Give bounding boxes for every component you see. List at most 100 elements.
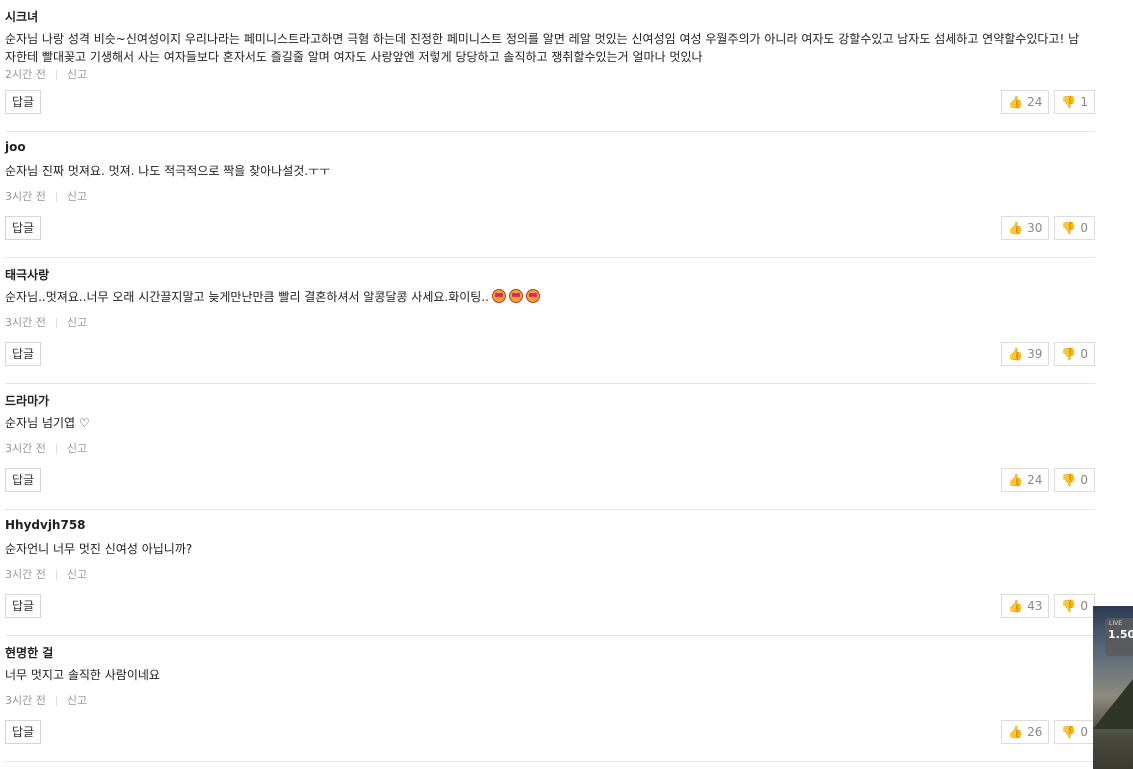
comment-author[interactable]: 시크녀: [5, 8, 38, 25]
video-badge-small-label: LIVE: [1109, 620, 1123, 627]
comment-time: 2시간 전: [5, 68, 46, 81]
comment-time: 3시간 전: [5, 694, 46, 707]
comment-item: 드라마가 순자님 넘기엽 ♡ 3시간 전 신고 답글 👍 24 👍 0: [5, 384, 1095, 510]
thumbs-down-icon: 👍: [1061, 725, 1077, 739]
comment-time: 3시간 전: [5, 442, 46, 455]
meta-divider: [55, 570, 57, 580]
heart-eyes-emoji-icon: [525, 289, 540, 303]
comment-text: 순자님 넘기엽 ♡: [5, 416, 90, 430]
vote-group: 👍 24 👍 0: [1001, 468, 1095, 492]
meta-divider: [55, 696, 57, 706]
like-count: 39: [1027, 347, 1043, 361]
thumbs-up-icon: 👍: [1008, 347, 1024, 361]
report-link[interactable]: 신고: [67, 568, 87, 581]
comment-list: 시크녀 순자님 나랑 성격 비슷~신여성이지 우리나라는 페미니스트라고하면 극…: [5, 0, 1095, 762]
like-count: 26: [1027, 725, 1043, 739]
like-count: 43: [1027, 599, 1043, 613]
comment-author[interactable]: 태극사랑: [5, 266, 49, 283]
comment-time: 3시간 전: [5, 316, 46, 329]
dislike-count: 0: [1080, 599, 1088, 613]
reply-button[interactable]: 답글: [5, 594, 42, 618]
vote-group: 👍 26 👍 0: [1001, 720, 1095, 744]
meta-divider: [55, 444, 57, 454]
report-link[interactable]: 신고: [67, 442, 87, 455]
comment-author[interactable]: joo: [5, 140, 26, 154]
meta-divider: [55, 70, 57, 80]
heart-eyes-emoji-icon: [508, 289, 523, 303]
video-badge-label: 1.50: [1108, 628, 1133, 641]
heart-eyes-emoji-icon: [491, 289, 506, 303]
comment-text: 순자님 진짜 멋져요. 멋져. 나도 적극적으로 짝을 찾아나설것.ㅜㅜ: [5, 164, 331, 178]
reply-button[interactable]: 답글: [5, 720, 42, 744]
reply-button[interactable]: 답글: [5, 342, 42, 366]
vote-group: 👍 39 👍 0: [1001, 342, 1095, 366]
dislike-button[interactable]: 👍 0: [1054, 720, 1095, 744]
vote-group: 👍 24 👍 1: [1001, 90, 1095, 114]
meta-divider: [55, 192, 57, 202]
reply-button[interactable]: 답글: [5, 90, 42, 114]
dislike-count: 0: [1080, 221, 1088, 235]
like-button[interactable]: 👍 26: [1001, 720, 1050, 744]
report-link[interactable]: 신고: [67, 694, 87, 707]
comment-text-body: 순자님..멋져요..너무 오래 시간끌지말고 늦게만난만큼 빨리 결혼하셔서 알…: [5, 290, 489, 304]
thumbs-up-icon: 👍: [1008, 725, 1024, 739]
dislike-button[interactable]: 👍 0: [1054, 342, 1095, 366]
like-button[interactable]: 👍 24: [1001, 468, 1050, 492]
dislike-count: 1: [1080, 95, 1088, 109]
floating-video-thumbnail[interactable]: LIVE 1.50: [1093, 606, 1133, 769]
report-link[interactable]: 신고: [67, 68, 87, 81]
dislike-button[interactable]: 👍 1: [1054, 90, 1095, 114]
comment-meta: 2시간 전 신고: [5, 66, 87, 82]
comment-author[interactable]: Hhydvjh758: [5, 518, 86, 532]
dislike-count: 0: [1080, 473, 1088, 487]
thumbs-up-icon: 👍: [1008, 473, 1024, 487]
comment-text: 순자님 나랑 성격 비슷~신여성이지 우리나라는 페미니스트라고하면 극혐 하는…: [5, 32, 1080, 64]
comment-text: 너무 멋지고 솔직한 사람이네요: [5, 668, 160, 682]
thumbs-up-icon: 👍: [1008, 221, 1024, 235]
vote-group: 👍 43 👍 0: [1001, 594, 1095, 618]
comment-item: joo 순자님 진짜 멋져요. 멋져. 나도 적극적으로 짝을 찾아나설것.ㅜㅜ…: [5, 132, 1095, 258]
vote-group: 👍 30 👍 0: [1001, 216, 1095, 240]
like-button[interactable]: 👍 39: [1001, 342, 1050, 366]
comment-author[interactable]: 드라마가: [5, 392, 49, 409]
like-button[interactable]: 👍 24: [1001, 90, 1050, 114]
report-link[interactable]: 신고: [67, 316, 87, 329]
like-count: 30: [1027, 221, 1043, 235]
dislike-button[interactable]: 👍 0: [1054, 216, 1095, 240]
reply-button[interactable]: 답글: [5, 216, 42, 240]
like-count: 24: [1027, 473, 1043, 487]
like-count: 24: [1027, 95, 1043, 109]
thumbs-down-icon: 👍: [1061, 95, 1077, 109]
video-badge: LIVE 1.50: [1105, 618, 1133, 656]
thumbs-down-icon: 👍: [1061, 347, 1077, 361]
video-scene-mountain: [1093, 679, 1133, 729]
comment-time: 3시간 전: [5, 190, 46, 203]
comment-time: 3시간 전: [5, 568, 46, 581]
dislike-count: 0: [1080, 347, 1088, 361]
dislike-count: 0: [1080, 725, 1088, 739]
thumbs-down-icon: 👍: [1061, 221, 1077, 235]
comment-author[interactable]: 현명한 걸: [5, 644, 53, 661]
comment-meta: 3시간 전 신고: [5, 566, 87, 582]
thumbs-down-icon: 👍: [1061, 599, 1077, 613]
comment-meta: 3시간 전 신고: [5, 440, 87, 456]
like-button[interactable]: 👍 30: [1001, 216, 1050, 240]
comment-meta: 3시간 전 신고: [5, 188, 87, 204]
dislike-button[interactable]: 👍 0: [1054, 468, 1095, 492]
meta-divider: [55, 318, 57, 328]
comment-text: 순자님..멋져요..너무 오래 시간끌지말고 늦게만난만큼 빨리 결혼하셔서 알…: [5, 288, 1090, 306]
reply-button[interactable]: 답글: [5, 468, 42, 492]
comment-item: 시크녀 순자님 나랑 성격 비슷~신여성이지 우리나라는 페미니스트라고하면 극…: [5, 0, 1095, 132]
like-button[interactable]: 👍 43: [1001, 594, 1050, 618]
thumbs-up-icon: 👍: [1008, 95, 1024, 109]
comment-text: 순자언니 너무 멋진 신여성 아닙니까?: [5, 542, 193, 556]
comment-item: Hhydvjh758 순자언니 너무 멋진 신여성 아닙니까? 3시간 전 신고 …: [5, 510, 1095, 636]
report-link[interactable]: 신고: [67, 190, 87, 203]
thumbs-up-icon: 👍: [1008, 599, 1024, 613]
comment-item: 현명한 걸 너무 멋지고 솔직한 사람이네요 3시간 전 신고 답글 👍 26 👍 0: [5, 636, 1095, 762]
dislike-button[interactable]: 👍 0: [1054, 594, 1095, 618]
comment-meta: 3시간 전 신고: [5, 692, 87, 708]
comment-item: 태극사랑 순자님..멋져요..너무 오래 시간끌지말고 늦게만난만큼 빨리 결혼…: [5, 258, 1095, 384]
comment-meta: 3시간 전 신고: [5, 314, 87, 330]
thumbs-down-icon: 👍: [1061, 473, 1077, 487]
